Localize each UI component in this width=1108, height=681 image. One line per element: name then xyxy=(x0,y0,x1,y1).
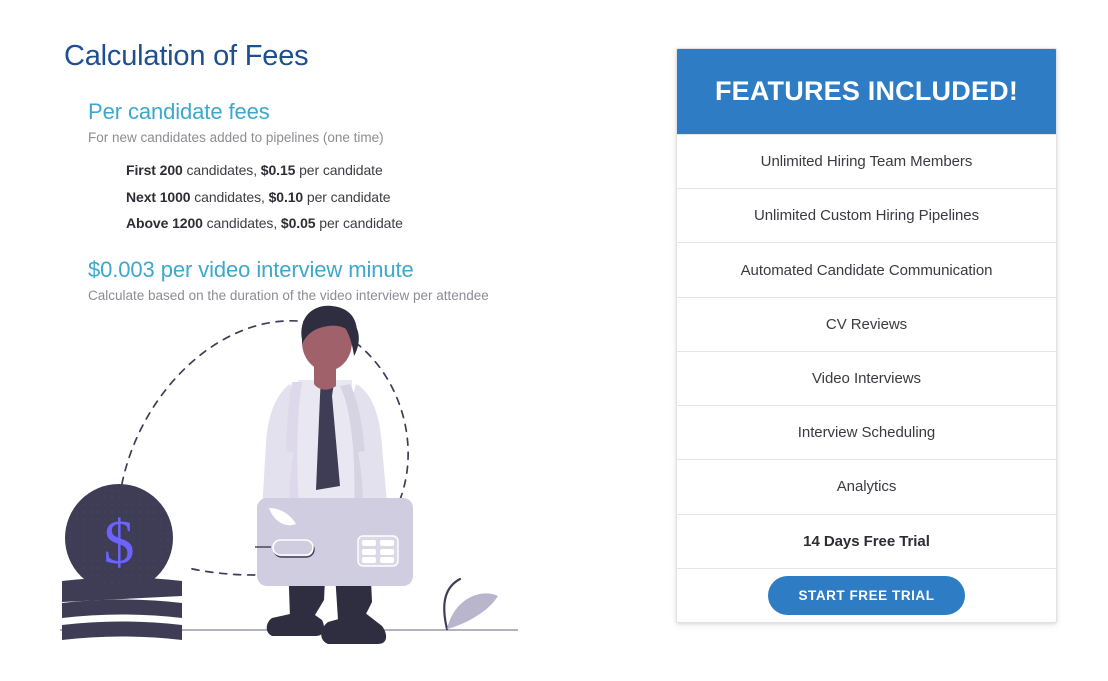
feature-label: Interview Scheduling xyxy=(797,424,936,442)
coin-dollar-symbol: $ xyxy=(104,509,135,577)
per-candidate-fees-section: Per candidate fees For new candidates ad… xyxy=(88,99,384,148)
page-title: Calculation of Fees xyxy=(64,40,309,72)
feature-label: Unlimited Custom Hiring Pipelines xyxy=(753,207,980,225)
fee-tier-row: First 200 candidates, $0.15 per candidat… xyxy=(126,157,403,184)
tier-middle: candidates, xyxy=(190,188,269,205)
feature-label: Video Interviews xyxy=(812,369,921,387)
tier-middle: candidates, xyxy=(182,162,261,178)
feature-row[interactable]: Unlimited Custom Hiring Pipelines xyxy=(677,188,1056,242)
plant-icon xyxy=(443,577,498,631)
feature-row[interactable]: Interview Scheduling xyxy=(677,405,1056,459)
feature-row[interactable]: CV Reviews xyxy=(677,296,1056,351)
tier-price: $0.15 xyxy=(260,162,296,178)
features-included-card: FEATURES INCLUDED! Unlimited Hiring Team… xyxy=(676,48,1057,623)
fee-tier-row: Above 1200 candidates, $0.05 per candida… xyxy=(126,210,403,237)
businessman-icon xyxy=(262,305,388,644)
credit-card-icon xyxy=(255,498,413,586)
fees-column: Calculation of Fees Per candidate fees F… xyxy=(0,0,660,681)
tier-price: $0.10 xyxy=(268,188,304,205)
per-candidate-subtext: For new candidates added to pipelines (o… xyxy=(88,130,384,146)
tier-suffix: per candidate xyxy=(303,188,391,205)
feature-row[interactable]: Automated Candidate Communication xyxy=(677,242,1056,296)
features-card-title: FEATURES INCLUDED! xyxy=(714,76,1019,106)
fee-tier-list: First 200 candidates, $0.15 per candidat… xyxy=(126,157,403,237)
tier-qualifier: First 200 xyxy=(126,162,183,178)
dollar-coin-icon: $ xyxy=(65,484,173,592)
feature-row-free-trial[interactable]: 14 Days Free Trial xyxy=(677,513,1056,568)
tier-price: $0.05 xyxy=(280,215,316,231)
feature-row[interactable]: Video Interviews xyxy=(677,350,1056,405)
feature-label: CV Reviews xyxy=(825,315,908,333)
fees-illustration: $ xyxy=(40,300,560,650)
start-free-trial-button[interactable]: START FREE TRIAL xyxy=(768,575,965,615)
tier-qualifier: Above 1200 xyxy=(126,215,203,231)
pricing-page: Calculation of Fees Per candidate fees F… xyxy=(0,0,1108,681)
tier-suffix: per candidate xyxy=(295,162,383,178)
features-card-header: FEATURES INCLUDED! xyxy=(677,49,1056,134)
feature-label: Automated Candidate Communication xyxy=(740,261,993,279)
per-candidate-heading: Per candidate fees xyxy=(88,99,270,124)
feature-row[interactable]: Analytics xyxy=(677,459,1056,513)
feature-label: Analytics xyxy=(836,478,897,496)
feature-label: Unlimited Hiring Team Members xyxy=(760,153,973,171)
tier-suffix: per candidate xyxy=(315,215,403,231)
tier-middle: candidates, xyxy=(202,215,281,231)
fee-tier-row: Next 1000 candidates, $0.10 per candidat… xyxy=(126,184,403,211)
video-interview-fees-section: $0.003 per video interview minute Calcul… xyxy=(88,257,489,306)
tier-qualifier: Next 1000 xyxy=(126,188,191,205)
cta-row: START FREE TRIAL xyxy=(677,567,1056,622)
video-interview-heading: $0.003 per video interview minute xyxy=(88,257,414,282)
feature-row[interactable]: Unlimited Hiring Team Members xyxy=(677,134,1056,188)
feature-label: 14 Days Free Trial xyxy=(803,532,930,550)
